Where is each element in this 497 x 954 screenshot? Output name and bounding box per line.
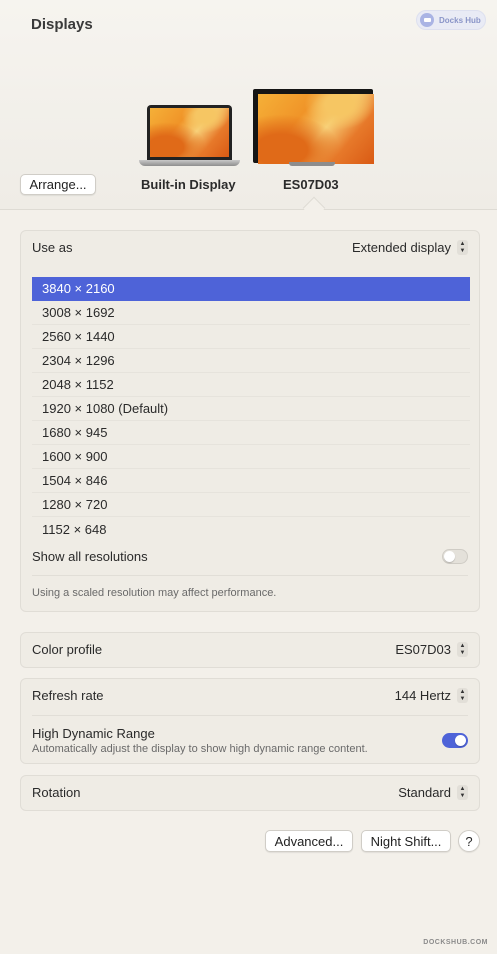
hdr-description: Automatically adjust the display to show…	[32, 743, 368, 755]
resolution-item[interactable]: 2560 × 1440	[32, 325, 470, 349]
badge-label: Docks Hub	[439, 15, 481, 25]
rotation-group: Rotation Standard ▲ ▼	[20, 775, 480, 811]
docks-hub-badge: Docks Hub	[416, 10, 486, 30]
color-profile-group: Color profile ES07D03 ▲ ▼	[20, 632, 480, 668]
hdr-row: High Dynamic Range Automatically adjust …	[32, 726, 468, 755]
divider	[32, 715, 468, 716]
resolution-item[interactable]: 2304 × 1296	[32, 349, 470, 373]
show-all-resolutions-label: Show all resolutions	[32, 549, 148, 564]
hdr-toggle[interactable]	[442, 733, 468, 748]
resolution-item[interactable]: 1504 × 846	[32, 469, 470, 493]
help-button[interactable]: ?	[458, 830, 480, 852]
resolution-item[interactable]: 1280 × 720	[32, 493, 470, 517]
show-all-resolutions-toggle[interactable]	[442, 549, 468, 564]
use-as-popup[interactable]: Extended display ▲ ▼	[352, 240, 468, 255]
refresh-rate-label: Refresh rate	[32, 688, 104, 703]
hdr-text: High Dynamic Range Automatically adjust …	[32, 726, 368, 755]
resolution-item[interactable]: 3840 × 2160	[32, 277, 470, 301]
built-in-display-label[interactable]: Built-in Display	[141, 177, 236, 192]
watermark: DOCKSHUB.COM	[423, 939, 488, 946]
resolution-item[interactable]: 1680 × 945	[32, 421, 470, 445]
rotation-label: Rotation	[32, 785, 81, 800]
wallpaper-image	[258, 94, 374, 164]
use-as-row: Use as Extended display ▲ ▼	[32, 240, 468, 255]
resolution-item[interactable]: 1600 × 900	[32, 445, 470, 469]
laptop-base	[139, 160, 240, 166]
rotation-popup[interactable]: Standard ▲ ▼	[398, 785, 468, 800]
rotation-value: Standard	[398, 785, 451, 800]
divider	[32, 575, 468, 576]
external-display-thumbnail[interactable]	[253, 89, 374, 164]
advanced-button[interactable]: Advanced...	[265, 830, 353, 852]
color-profile-label: Color profile	[32, 642, 103, 657]
refresh-rate-popup[interactable]: 144 Hertz ▲ ▼	[395, 688, 468, 703]
color-profile-value: ES07D03	[395, 642, 451, 657]
refresh-hdr-group: Refresh rate 144 Hertz ▲ ▼ High Dynamic R…	[20, 678, 480, 764]
use-as-value: Extended display	[351, 240, 451, 255]
display-arrangement-area: Displays Docks Hub Arrange... Built-in D…	[0, 0, 497, 210]
resolution-item[interactable]: 2048 × 1152	[32, 373, 470, 397]
up-down-chevron-icon: ▲ ▼	[457, 642, 468, 657]
color-profile-popup[interactable]: ES07D03 ▲ ▼	[395, 642, 468, 657]
page-title: Displays	[31, 16, 93, 33]
docks-hub-logo-icon	[420, 13, 434, 27]
refresh-rate-value: 144 Hertz	[394, 688, 451, 703]
monitor-stand	[289, 162, 335, 166]
up-down-chevron-icon: ▲ ▼	[457, 240, 468, 255]
resolution-item[interactable]: 1920 × 1080 (Default)	[32, 397, 470, 421]
resolution-group: Use as Extended display ▲ ▼ 3840 × 2160 3…	[20, 230, 480, 612]
built-in-display-thumbnail[interactable]	[139, 105, 240, 167]
refresh-rate-row: Refresh rate 144 Hertz ▲ ▼	[32, 688, 468, 703]
night-shift-button[interactable]: Night Shift...	[361, 830, 451, 852]
wallpaper-image	[150, 108, 229, 157]
resolution-item[interactable]: 3008 × 1692	[32, 301, 470, 325]
scaled-resolution-note: Using a scaled resolution may affect per…	[32, 587, 277, 599]
hdr-label: High Dynamic Range	[32, 726, 155, 741]
external-display-label[interactable]: ES07D03	[283, 177, 339, 192]
rotation-row: Rotation Standard ▲ ▼	[32, 785, 468, 800]
resolution-list: 3840 × 2160 3008 × 1692 2560 × 1440 2304…	[32, 277, 470, 541]
up-down-chevron-icon: ▲ ▼	[457, 688, 468, 703]
laptop-screen	[147, 105, 232, 160]
resolution-item[interactable]: 1152 × 648	[32, 517, 470, 541]
show-all-resolutions-row: Show all resolutions	[32, 549, 468, 564]
up-down-chevron-icon: ▲ ▼	[457, 785, 468, 800]
displays-settings-pane: Displays Docks Hub Arrange... Built-in D…	[0, 0, 497, 954]
color-profile-row: Color profile ES07D03 ▲ ▼	[32, 642, 468, 657]
use-as-label: Use as	[32, 240, 73, 255]
arrange-button[interactable]: Arrange...	[20, 174, 96, 195]
